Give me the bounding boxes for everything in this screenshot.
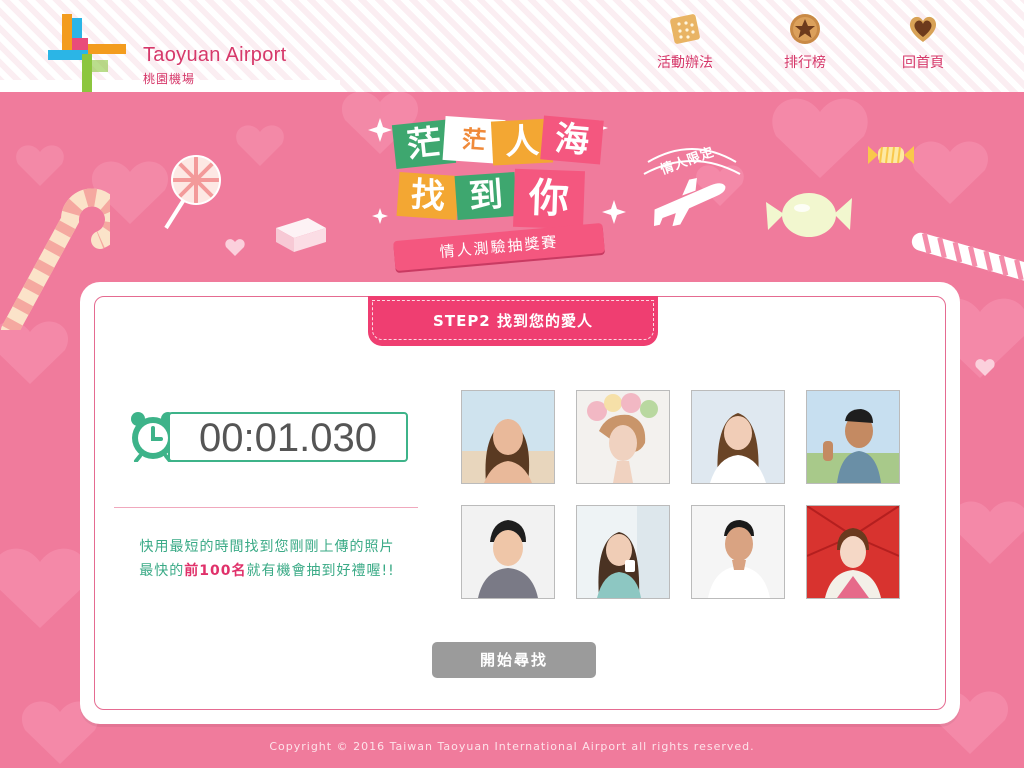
title-char: 你 [513,168,585,230]
lollipop-icon [164,155,221,230]
heart-cookie-icon [909,16,937,42]
nav-label-rules: 活動辦法 [657,55,713,71]
instructions-line-2-pre: 最快的 [139,563,185,579]
nav-item-home[interactable]: 回首頁 [873,12,973,74]
title-char: 找 [396,171,460,221]
airport-logo-icon[interactable] [48,14,128,94]
step-label: STEP2 找到您的愛人 [433,312,593,330]
photo-tile[interactable] [806,390,900,484]
instructions-line-2-post: 就有機會抽到好禮喔!! [246,563,395,579]
photo-tile[interactable] [461,390,555,484]
airplane-icon [653,178,726,227]
photo-tile[interactable] [576,505,670,599]
cracker-icon [670,14,700,44]
portrait-photo [577,391,669,483]
instructions-line-1: 快用最短的時間找到您剛剛上傳的照片 [139,539,395,555]
mint-candy-icon [766,193,852,237]
portrait-photo [692,506,784,598]
nav-label-leaderboard: 排行榜 [784,55,826,71]
brand-name-zh: 桃園機場 [143,72,196,86]
portrait-photo [807,506,899,598]
timer-value: 00:01.030 [199,416,377,460]
title-char: 海 [540,115,604,165]
photo-tile[interactable] [576,390,670,484]
top-100-highlight: 前100名 [184,563,247,579]
portrait-photo [462,391,554,483]
nav-item-rules[interactable]: 活動辦法 [635,12,735,74]
gift-box-icon [276,218,326,252]
portrait-photo [692,391,784,483]
nav-label-home: 回首頁 [902,55,944,71]
wrapped-candy-icon [868,146,914,164]
portrait-photo [462,506,554,598]
nav-item-leaderboard[interactable]: 排行榜 [755,12,855,74]
star-cookie-icon [790,14,820,44]
portrait-photo [577,506,669,598]
timer-display: 00:01.030 [168,412,408,462]
photo-tile[interactable] [691,505,785,599]
start-search-button[interactable]: 開始尋找 [432,642,596,678]
brand-name-en: Taoyuan Airport [143,44,287,66]
straw-candy-icon [911,232,1024,282]
title-char: 到 [454,171,518,221]
timer: 00:01.030 [128,412,408,462]
portrait-photo [807,391,899,483]
photo-tile[interactable] [806,505,900,599]
divider [114,507,418,508]
step-banner: STEP2 找到您的愛人 [368,296,658,346]
instructions: 快用最短的時間找到您剛剛上傳的照片 最快的前100名就有機會抽到好禮喔!! [112,535,422,583]
footer-copyright: Copyright © 2016 Taiwan Taoyuan Internat… [269,740,755,753]
instructions-line-2: 最快的前100名就有機會抽到好禮喔!! [112,559,422,583]
photo-tile[interactable] [691,390,785,484]
photo-tile[interactable] [461,505,555,599]
